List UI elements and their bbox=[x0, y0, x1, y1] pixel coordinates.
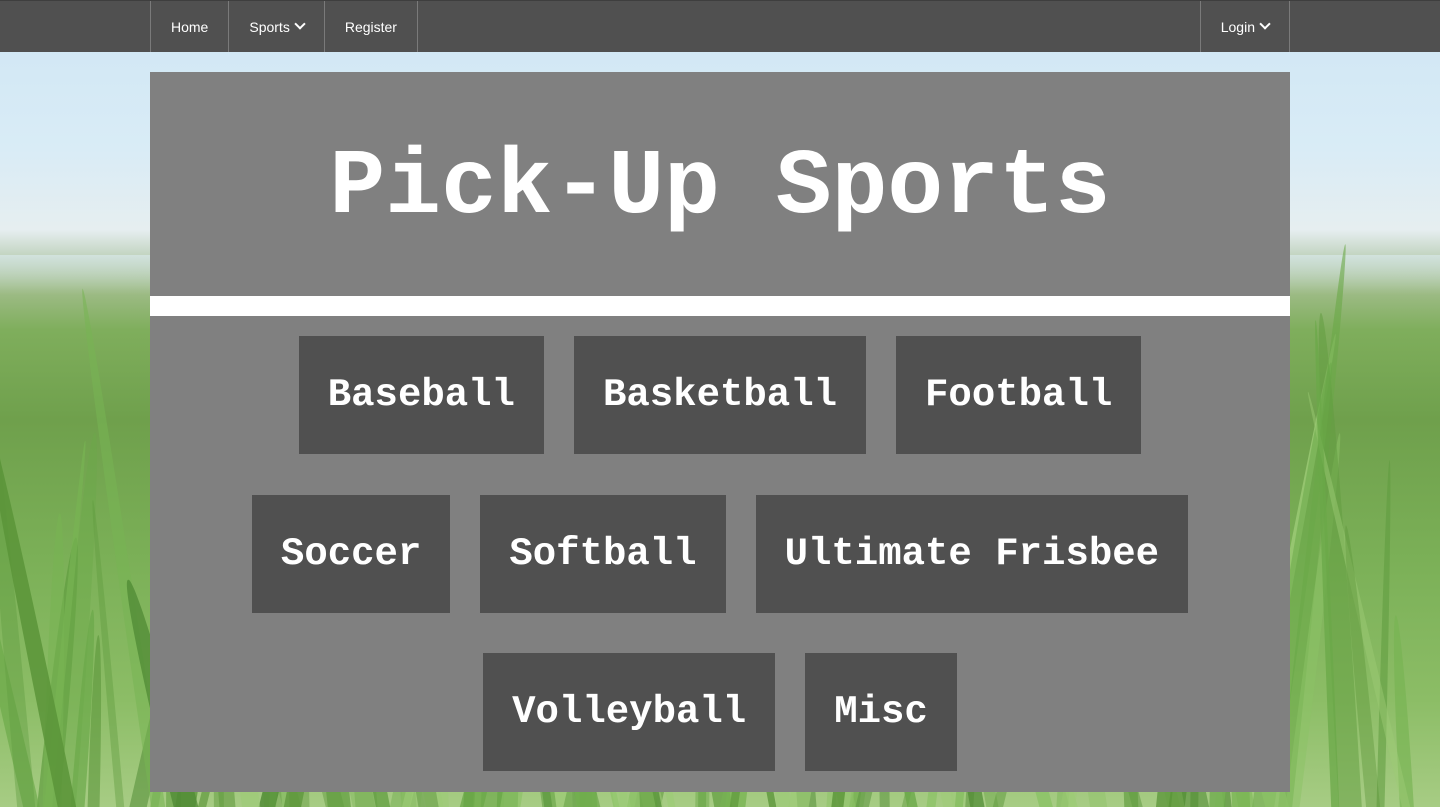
nav-left-group: Home Sports Register bbox=[150, 1, 418, 52]
hero-header: Pick-Up Sports bbox=[150, 72, 1290, 296]
nav-sports-label: Sports bbox=[249, 18, 290, 35]
nav-sports-dropdown[interactable]: Sports bbox=[229, 1, 325, 52]
nav-register-link[interactable]: Register bbox=[325, 1, 418, 52]
sport-button-volleyball[interactable]: Volleyball bbox=[483, 653, 776, 771]
nav-right-group: Login bbox=[1199, 1, 1290, 52]
page-title: Pick-Up Sports bbox=[329, 134, 1111, 240]
main-panel: Pick-Up Sports Baseball Basketball Footb… bbox=[150, 72, 1290, 792]
sport-button-football[interactable]: Football bbox=[896, 336, 1142, 454]
sports-row-3: Volleyball Misc bbox=[150, 653, 1290, 771]
navbar: Home Sports Register Login bbox=[0, 0, 1440, 52]
sport-button-soccer[interactable]: Soccer bbox=[251, 495, 451, 613]
navbar-container: Home Sports Register Login bbox=[150, 1, 1290, 52]
nav-home-label: Home bbox=[171, 18, 209, 35]
nav-home-link[interactable]: Home bbox=[151, 1, 230, 52]
chevron-down-icon bbox=[294, 18, 306, 30]
sport-button-baseball[interactable]: Baseball bbox=[298, 336, 544, 454]
sport-button-ultimate-frisbee[interactable]: Ultimate Frisbee bbox=[755, 495, 1189, 613]
sport-button-softball[interactable]: Softball bbox=[480, 495, 726, 613]
sport-button-misc[interactable]: Misc bbox=[805, 653, 957, 771]
nav-login-dropdown[interactable]: Login bbox=[1201, 1, 1290, 52]
divider bbox=[150, 296, 1290, 316]
nav-register-label: Register bbox=[344, 18, 397, 35]
chevron-down-icon bbox=[1259, 18, 1271, 30]
sports-row-2: Soccer Softball Ultimate Frisbee bbox=[150, 495, 1290, 613]
sports-row-1: Baseball Basketball Football bbox=[150, 336, 1290, 454]
nav-login-label: Login bbox=[1220, 18, 1255, 35]
sport-button-basketball[interactable]: Basketball bbox=[573, 336, 867, 454]
